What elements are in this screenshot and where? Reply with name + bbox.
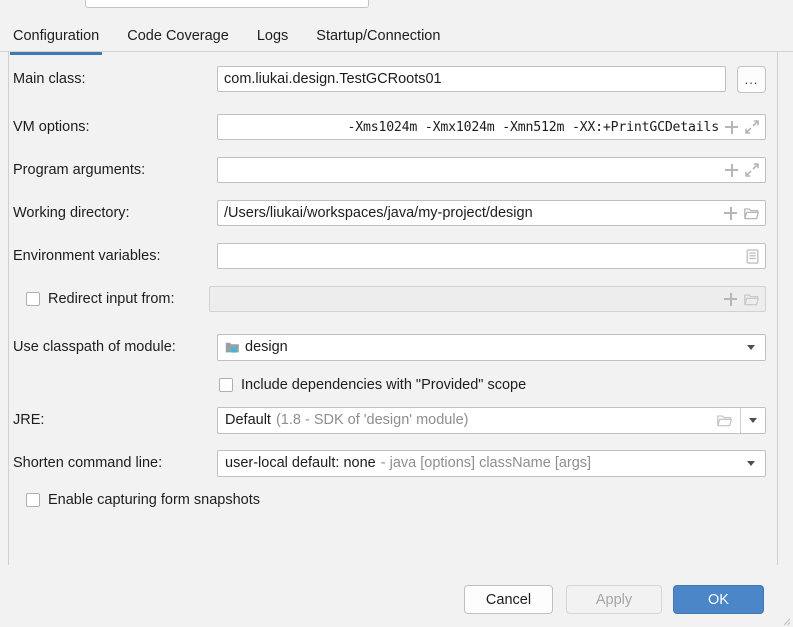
program-arguments-input[interactable] — [217, 157, 766, 183]
row-classpath-module: Use classpath of module: design — [0, 333, 770, 361]
row-environment-variables: Environment variables: — [0, 243, 770, 269]
environment-variables-label: Environment variables: — [13, 248, 161, 264]
resize-grip[interactable] — [779, 613, 791, 626]
main-class-label: Main class: — [13, 71, 86, 87]
jre-combo[interactable]: Default (1.8 - SDK of 'design' module) — [217, 406, 766, 434]
module-icon — [225, 341, 240, 354]
ok-button[interactable]: OK — [673, 585, 764, 614]
vm-options-input[interactable]: -Xms1024m -Xmx1024m -Xmn512m -XX:+PrintG… — [217, 114, 766, 140]
redirect-input-folder-icon[interactable] — [744, 293, 759, 306]
classpath-module-value: design — [245, 339, 288, 355]
main-class-browse-label: ... — [744, 72, 759, 87]
jre-folder-icon[interactable] — [717, 414, 732, 427]
program-arguments-plus-icon[interactable] — [725, 163, 738, 177]
tab-startup-connection[interactable]: Startup/Connection — [316, 28, 440, 46]
shorten-command-line-label: Shorten command line: — [13, 455, 163, 471]
form-snapshots-checkbox[interactable] — [26, 493, 40, 507]
working-directory-input[interactable]: /Users/liukai/workspaces/java/my-project… — [217, 200, 766, 226]
row-vm-options: VM options: -Xms1024m -Xmx1024m -Xmn512m… — [0, 114, 770, 140]
row-program-arguments: Program arguments: — [0, 157, 770, 183]
shorten-command-line-value: user-local default: none — [225, 455, 376, 471]
include-provided-checkbox-row[interactable]: Include dependencies with "Provided" sco… — [219, 377, 526, 393]
shorten-command-line-hint: - java [options] className [args] — [380, 455, 592, 471]
classpath-module-chevron-down-icon[interactable] — [741, 344, 761, 350]
program-arguments-label: Program arguments: — [13, 162, 146, 178]
tab-code-coverage-label: Code Coverage — [127, 28, 229, 44]
row-shorten-command-line: Shorten command line: user-local default… — [0, 449, 770, 477]
environment-variables-list-icon[interactable] — [746, 248, 759, 264]
working-directory-label: Working directory: — [13, 205, 130, 221]
redirect-input-field[interactable] — [209, 286, 766, 312]
tab-code-coverage[interactable]: Code Coverage — [127, 28, 229, 46]
vm-options-plus-icon[interactable] — [725, 120, 738, 134]
cancel-button-label: Cancel — [485, 591, 532, 608]
vm-options-label: VM options: — [13, 119, 90, 135]
row-working-directory: Working directory: /Users/liukai/workspa… — [0, 200, 770, 226]
jre-value: Default — [225, 412, 271, 428]
vm-options-expand-icon[interactable] — [745, 120, 759, 134]
form-snapshots-label: Enable capturing form snapshots — [48, 492, 260, 508]
ok-button-label: OK — [708, 591, 729, 608]
main-class-browse-button[interactable]: ... — [737, 66, 766, 93]
main-class-value: com.liukai.design.TestGCRoots01 — [224, 71, 442, 87]
tab-logs-label: Logs — [256, 28, 289, 44]
program-arguments-expand-icon[interactable] — [745, 163, 759, 177]
apply-button-label: Apply — [595, 591, 633, 608]
classpath-module-label: Use classpath of module: — [13, 339, 176, 355]
tab-configuration[interactable]: Configuration — [9, 28, 103, 55]
jre-hint: (1.8 - SDK of 'design' module) — [275, 412, 469, 428]
run-configuration-dialog: Configuration Code Coverage Logs Startup… — [0, 0, 793, 627]
jre-label: JRE: — [13, 412, 45, 428]
classpath-module-combo[interactable]: design — [217, 333, 766, 361]
include-provided-checkbox[interactable] — [219, 378, 233, 392]
cancel-button[interactable]: Cancel — [464, 585, 553, 614]
row-jre: JRE: Default (1.8 - SDK of 'design' modu… — [0, 406, 770, 434]
tab-bar: Configuration Code Coverage Logs Startup… — [0, 22, 793, 55]
vm-options-value: -Xms1024m -Xmx1024m -Xmn512m -XX:+PrintG… — [347, 119, 720, 135]
working-directory-plus-icon[interactable] — [724, 206, 737, 220]
jre-chevron-down-icon[interactable] — [740, 407, 765, 433]
working-directory-value: /Users/liukai/workspaces/java/my-project… — [224, 205, 533, 221]
environment-variables-input[interactable] — [217, 243, 766, 269]
tab-logs[interactable]: Logs — [257, 28, 288, 46]
shorten-command-line-combo[interactable]: user-local default: none - java [options… — [217, 449, 766, 477]
form-snapshots-checkbox-row[interactable]: Enable capturing form snapshots — [26, 492, 260, 508]
row-main-class: Main class: com.liukai.design.TestGCRoot… — [0, 66, 770, 92]
row-redirect-input — [0, 286, 770, 312]
apply-button[interactable]: Apply — [566, 585, 662, 614]
working-directory-folder-icon[interactable] — [744, 207, 759, 220]
tab-configuration-label: Configuration — [13, 28, 100, 44]
configuration-name-field[interactable] — [85, 0, 369, 8]
tab-startup-connection-label: Startup/Connection — [316, 28, 441, 44]
main-class-input[interactable]: com.liukai.design.TestGCRoots01 — [217, 66, 726, 92]
shorten-command-line-chevron-down-icon[interactable] — [741, 460, 761, 466]
redirect-input-plus-icon[interactable] — [724, 292, 737, 306]
include-provided-label: Include dependencies with "Provided" sco… — [241, 377, 527, 393]
